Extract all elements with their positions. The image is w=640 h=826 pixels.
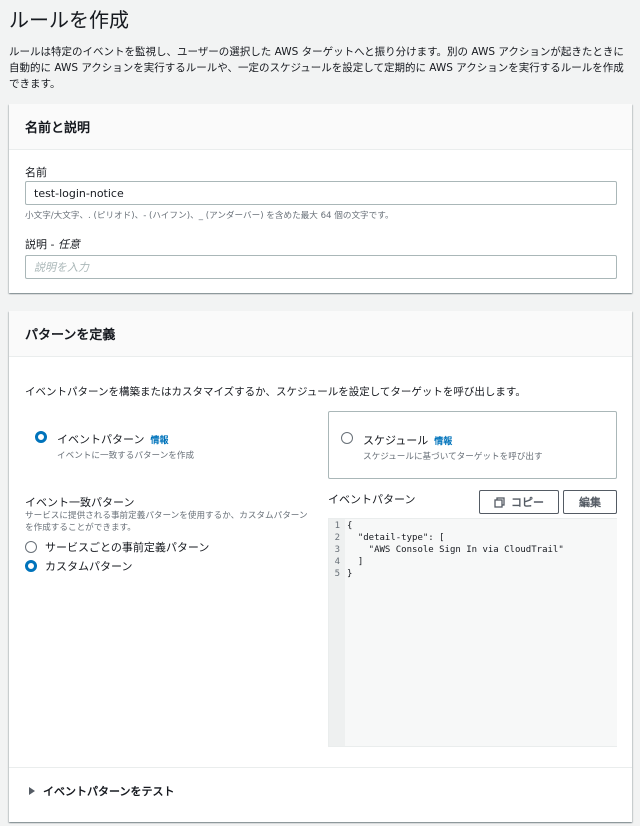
define-pattern-panel: パターンを定義 イベントパターンを構築またはカスタマイズするか、スケジュールを設…	[9, 311, 632, 822]
edit-button-label: 編集	[579, 496, 601, 509]
editor-scrollbar[interactable]	[608, 519, 617, 746]
name-hint: 小文字/大文字、. (ピリオド)、- (ハイフン)、_ (アンダーバー) を含め…	[25, 211, 394, 221]
code-text: "AWS Console Sign In via CloudTrail"	[347, 545, 564, 555]
option-custom-label: カスタムパターン	[45, 560, 133, 573]
event-match-title: イベント一致パターン	[25, 496, 135, 509]
panel-header-pattern: パターンを定義	[9, 311, 632, 357]
event-match-description: サービスに提供される事前定義パターンを使用するか、カスタムパターンを作成すること…	[25, 511, 308, 533]
line-number: 2	[334, 533, 340, 543]
page-title: ルールを作成	[9, 8, 129, 32]
code-line: 5}	[329, 569, 353, 581]
predefined-radio[interactable]	[25, 541, 37, 553]
event-pattern-editor-label: イベントパターン	[328, 493, 416, 506]
description-label-text: 説明 -	[25, 238, 58, 251]
schedule-tile[interactable]: スケジュール 情報 スケジュールに基づいてターゲットを呼び出す	[328, 411, 617, 479]
schedule-radio[interactable]	[341, 432, 353, 444]
copy-button[interactable]: コピー	[479, 490, 559, 514]
code-text: ]	[347, 557, 364, 567]
event-pattern-title: イベントパターン	[57, 433, 145, 446]
code-line: 4 ]	[329, 557, 364, 569]
event-pattern-tile[interactable]: イベントパターン 情報 イベントに一致するパターンを作成	[25, 421, 315, 471]
caret-right-icon	[29, 787, 35, 795]
code-text: "detail-type": [	[347, 533, 445, 543]
schedule-title: スケジュール	[363, 434, 429, 447]
description-placeholder: 説明を入力	[34, 261, 89, 274]
pattern-description: イベントパターンを構築またはカスタマイズするか、スケジュールを設定してターゲット…	[25, 386, 526, 398]
schedule-subtitle: スケジュールに基づいてターゲットを呼び出す	[363, 452, 543, 462]
panel-header-name: 名前と説明	[9, 104, 632, 150]
description-label: 説明 - 任意	[25, 236, 80, 252]
event-pattern-info-link[interactable]: 情報	[150, 436, 168, 446]
event-pattern-radio[interactable]	[35, 431, 47, 443]
optional-tag: 任意	[57, 238, 80, 251]
line-number: 1	[334, 521, 340, 531]
option-custom[interactable]: カスタムパターン	[25, 558, 132, 574]
test-pattern-label: イベントパターンをテスト	[43, 785, 175, 798]
schedule-info-link[interactable]: 情報	[434, 437, 452, 447]
code-line: 1{	[329, 521, 353, 533]
line-number: 5	[334, 569, 340, 579]
test-pattern-expander[interactable]: イベントパターンをテスト	[29, 783, 174, 799]
code-text: {	[347, 521, 353, 531]
line-number: 4	[334, 557, 340, 567]
description-input[interactable]: 説明を入力	[25, 255, 617, 279]
name-description-panel: 名前と説明 名前 test-login-notice 小文字/大文字、. (ピリ…	[9, 104, 632, 293]
option-predefined[interactable]: サービスごとの事前定義パターン	[25, 539, 209, 555]
code-line: 3 "AWS Console Sign In via CloudTrail"	[329, 545, 564, 557]
name-label: 名前	[25, 166, 47, 179]
code-line: 2 "detail-type": [	[329, 533, 445, 545]
copy-button-label: コピー	[511, 496, 544, 509]
code-text: }	[347, 569, 353, 579]
copy-icon	[494, 496, 505, 508]
event-pattern-subtitle: イベントに一致するパターンを作成	[57, 451, 195, 461]
event-pattern-code-editor[interactable]: 1{ 2 "detail-type": [ 3 "AWS Console Sig…	[328, 518, 617, 747]
edit-button[interactable]: 編集	[563, 490, 617, 514]
page-description: ルールは特定のイベントを監視し、ユーザーの選択した AWS ターゲットへと振り分…	[9, 46, 624, 90]
panel-divider	[9, 767, 632, 768]
name-input-value: test-login-notice	[34, 186, 124, 200]
name-input[interactable]: test-login-notice	[25, 181, 617, 205]
custom-radio[interactable]	[25, 560, 37, 572]
line-number: 3	[334, 545, 340, 555]
option-predefined-label: サービスごとの事前定義パターン	[45, 541, 210, 554]
